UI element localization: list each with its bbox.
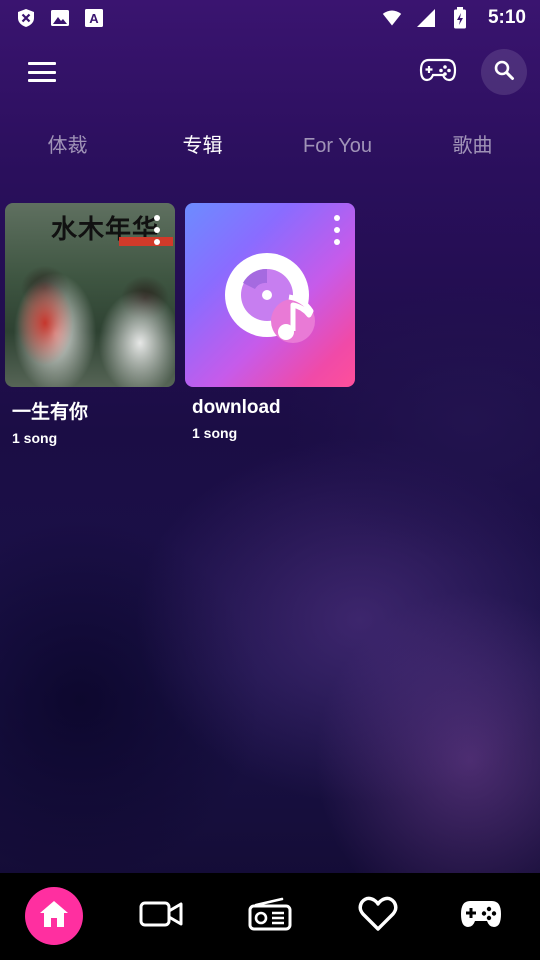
album-song-count: 1 song bbox=[192, 425, 238, 441]
more-dot bbox=[334, 227, 340, 233]
bottom-navigation bbox=[0, 873, 540, 960]
status-bar: A 5:10 bbox=[0, 0, 540, 36]
gamepad-icon bbox=[459, 899, 503, 934]
album-card[interactable]: 水木年华 一生有你 1 song bbox=[5, 203, 175, 446]
menu-icon-line bbox=[28, 79, 56, 82]
tab-genre[interactable]: 体裁 bbox=[0, 128, 135, 164]
home-icon bbox=[37, 898, 71, 935]
image-icon bbox=[50, 8, 70, 28]
album-more-button[interactable] bbox=[149, 215, 165, 245]
album-grid: 水木年华 一生有你 1 song download 1 song bbox=[5, 203, 355, 446]
more-dot bbox=[334, 215, 340, 221]
gamepad-button[interactable] bbox=[418, 56, 458, 88]
close-notification-icon bbox=[16, 8, 36, 28]
radio-icon bbox=[248, 897, 292, 936]
cellular-signal-icon bbox=[416, 8, 436, 28]
status-time: 5:10 bbox=[487, 7, 526, 28]
nav-games[interactable] bbox=[452, 887, 510, 945]
album-song-count: 1 song bbox=[12, 430, 58, 446]
search-button[interactable] bbox=[481, 49, 527, 95]
tab-songs[interactable]: 歌曲 bbox=[405, 128, 540, 164]
album-card[interactable]: download 1 song bbox=[185, 203, 355, 446]
font-a-icon: A bbox=[84, 8, 104, 28]
nav-home[interactable] bbox=[25, 887, 83, 945]
album-more-button[interactable] bbox=[329, 215, 345, 245]
more-dot bbox=[154, 227, 160, 233]
gamepad-icon bbox=[419, 57, 457, 88]
menu-button[interactable] bbox=[26, 58, 58, 86]
heart-icon bbox=[358, 896, 398, 937]
menu-icon-line bbox=[28, 70, 56, 74]
tab-albums[interactable]: 专辑 bbox=[135, 128, 270, 164]
tab-for-you[interactable]: For You bbox=[270, 128, 405, 164]
svg-text:A: A bbox=[89, 11, 99, 26]
more-dot bbox=[154, 239, 160, 245]
search-icon bbox=[493, 59, 515, 86]
music-disc-icon bbox=[223, 245, 319, 350]
album-cover-image[interactable]: 水木年华 bbox=[5, 203, 175, 387]
video-camera-icon bbox=[139, 899, 183, 934]
nav-video[interactable] bbox=[132, 887, 190, 945]
nav-radio[interactable] bbox=[241, 887, 299, 945]
wifi-icon bbox=[382, 8, 402, 28]
battery-icon bbox=[450, 7, 470, 29]
menu-icon-line bbox=[28, 62, 56, 65]
nav-favorites[interactable] bbox=[349, 887, 407, 945]
album-title: download bbox=[192, 397, 281, 418]
album-cover-image[interactable] bbox=[185, 203, 355, 387]
more-dot bbox=[154, 215, 160, 221]
more-dot bbox=[334, 239, 340, 245]
album-title: 一生有你 bbox=[12, 402, 89, 423]
category-tabs: 体裁 专辑 For You 歌曲 bbox=[0, 128, 540, 168]
